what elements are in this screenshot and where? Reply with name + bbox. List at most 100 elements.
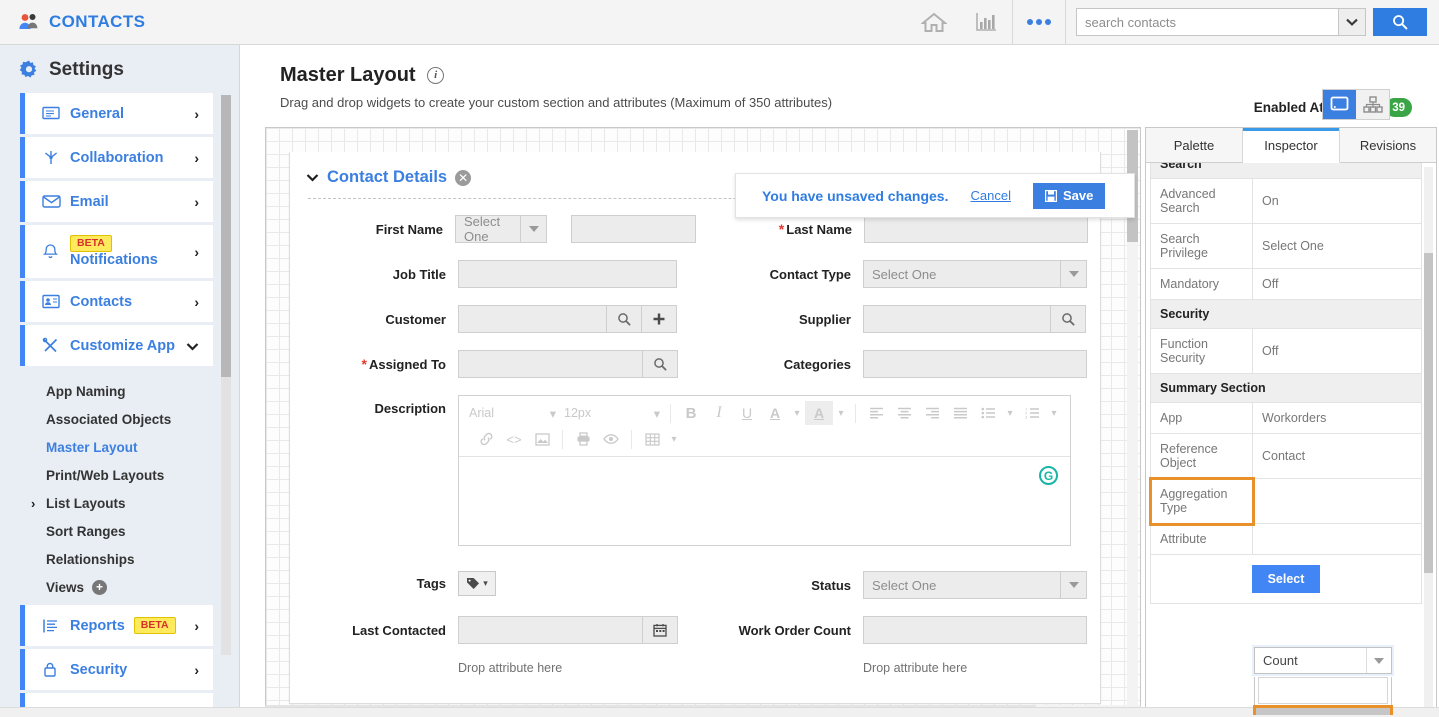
property-value[interactable]: Off	[1252, 328, 1422, 374]
first-name-select[interactable]: Select One	[455, 214, 521, 244]
text-color-icon[interactable]: A	[761, 401, 789, 425]
property-value[interactable]	[1252, 523, 1422, 555]
customer-search-icon[interactable]	[607, 305, 642, 333]
sidebar-item-customize-app[interactable]: Customize App	[20, 325, 213, 366]
property-value[interactable]: Contact	[1252, 433, 1422, 479]
table-row[interactable]: Attribute	[1150, 523, 1422, 555]
customer-input[interactable]	[458, 305, 607, 333]
last-name-input[interactable]	[864, 215, 1088, 243]
highlight-color-icon[interactable]: A	[805, 401, 833, 425]
tab-palette[interactable]: Palette	[1146, 128, 1243, 162]
search-button[interactable]	[1373, 8, 1427, 36]
app-brand[interactable]: CONTACTS	[0, 12, 145, 32]
job-title-input[interactable]	[458, 260, 677, 288]
print-icon[interactable]	[569, 427, 597, 451]
bold-icon[interactable]: B	[677, 401, 705, 425]
property-value[interactable]: On	[1252, 178, 1422, 224]
more-dots-icon[interactable]	[1013, 0, 1065, 45]
highlight-color-chevron-down-icon[interactable]: ▾	[833, 401, 849, 425]
contact-type-select[interactable]: Select One	[863, 260, 1061, 288]
supplier-search-icon[interactable]	[1051, 305, 1086, 333]
numbered-list-icon[interactable]: 123	[1018, 401, 1046, 425]
sidebar-item-general[interactable]: General ›	[20, 93, 213, 134]
table-row[interactable]: Function Security Off	[1150, 328, 1422, 374]
sidebar-item-list-layouts[interactable]: › List Layouts	[0, 489, 239, 517]
preview-eye-icon[interactable]	[597, 427, 625, 451]
sidebar-item-associated-objects[interactable]: Associated Objects	[0, 405, 239, 433]
customer-add-plus-icon[interactable]	[642, 305, 677, 333]
sidebar-item-sort-ranges[interactable]: Sort Ranges	[0, 517, 239, 545]
desktop-view-icon[interactable]	[1323, 90, 1356, 119]
assigned-to-search-icon[interactable]	[643, 350, 678, 378]
drop-zone-left[interactable]: Drop attribute here	[290, 661, 695, 675]
table-row[interactable]: Search Privilege Select One	[1150, 223, 1422, 269]
text-color-chevron-down-icon[interactable]: ▾	[789, 401, 805, 425]
cancel-button[interactable]: Cancel	[970, 188, 1010, 203]
table-row[interactable]: App Workorders	[1150, 402, 1422, 434]
info-icon[interactable]: i	[427, 66, 445, 84]
tab-revisions[interactable]: Revisions	[1340, 128, 1436, 162]
aggregation-type-combobox-head[interactable]: Count	[1254, 647, 1392, 674]
chevron-down-icon[interactable]	[1366, 648, 1391, 673]
rte-font-family-select[interactable]: Arial ▾	[465, 401, 560, 425]
sidebar-item-app-naming[interactable]: App Naming	[0, 377, 239, 405]
code-icon[interactable]: <>	[500, 427, 528, 451]
search-input[interactable]	[1076, 8, 1338, 36]
property-value[interactable]: Select One	[1252, 223, 1422, 269]
status-select[interactable]: Select One	[863, 571, 1061, 599]
status-chevron-down-icon[interactable]	[1061, 571, 1087, 599]
sidebar-item-print-web-layouts[interactable]: Print/Web Layouts	[0, 461, 239, 489]
dropdown-search-input[interactable]	[1266, 681, 1436, 700]
contact-type-chevron-down-icon[interactable]	[1061, 260, 1087, 288]
inspector-scrollbar-thumb[interactable]	[1424, 253, 1433, 573]
sidebar-item-reports[interactable]: Reports BETA ›	[20, 605, 213, 646]
align-justify-icon[interactable]	[946, 401, 974, 425]
work-order-count-input[interactable]	[863, 616, 1087, 644]
image-icon[interactable]	[528, 427, 556, 451]
sidebar-item-notifications[interactable]: BETA Notifications ›	[20, 225, 213, 278]
bullet-list-chevron-down-icon[interactable]: ▾	[1002, 401, 1018, 425]
sidebar-item-master-layout[interactable]: Master Layout	[0, 433, 239, 461]
bullet-list-icon[interactable]	[974, 401, 1002, 425]
link-icon[interactable]	[472, 427, 500, 451]
save-button[interactable]: Save	[1032, 182, 1106, 209]
calendar-icon[interactable]	[643, 616, 678, 644]
tag-chevron-down-icon[interactable]: ▾	[483, 578, 488, 589]
assigned-to-input[interactable]	[458, 350, 643, 378]
first-name-text-input[interactable]	[571, 215, 696, 243]
align-center-icon[interactable]	[890, 401, 918, 425]
home-icon[interactable]	[908, 0, 960, 45]
table-icon[interactable]	[638, 427, 666, 451]
numbered-list-chevron-down-icon[interactable]: ▾	[1046, 401, 1062, 425]
sidebar-scrollbar-thumb[interactable]	[221, 95, 231, 377]
close-icon[interactable]: ✕	[455, 169, 472, 186]
table-row[interactable]: Reference Object Contact	[1150, 433, 1422, 479]
supplier-input[interactable]	[863, 305, 1051, 333]
align-left-icon[interactable]	[862, 401, 890, 425]
property-value[interactable]: Off	[1252, 268, 1422, 300]
tab-inspector[interactable]: Inspector	[1243, 128, 1340, 163]
aggregation-type-value-cell[interactable]	[1252, 478, 1422, 524]
rte-font-size-select[interactable]: 12px ▾	[560, 401, 664, 425]
categories-input[interactable]	[863, 350, 1087, 378]
table-chevron-down-icon[interactable]: ▾	[666, 427, 682, 451]
description-text-area[interactable]: G	[459, 457, 1070, 545]
select-button[interactable]: Select	[1251, 565, 1321, 593]
tag-icon[interactable]: ▾	[458, 571, 496, 596]
tree-view-icon[interactable]	[1356, 90, 1389, 119]
table-row-aggregation-type[interactable]: Aggregation Type	[1148, 476, 1422, 526]
last-contacted-input[interactable]	[458, 616, 643, 644]
table-row[interactable]: Mandatory Off	[1150, 268, 1422, 300]
chevron-down-icon[interactable]	[306, 173, 319, 182]
align-right-icon[interactable]	[918, 401, 946, 425]
property-value[interactable]: Workorders	[1252, 402, 1422, 434]
italic-icon[interactable]: I	[705, 401, 733, 425]
sidebar-item-relationships[interactable]: Relationships	[0, 545, 239, 573]
chart-icon[interactable]	[960, 0, 1012, 45]
sidebar-item-contacts[interactable]: Contacts ›	[20, 281, 213, 322]
first-name-chevron-down-icon[interactable]	[521, 215, 547, 243]
sidebar-scrollbar[interactable]	[221, 95, 231, 655]
add-view-plus-icon[interactable]: +	[92, 579, 108, 595]
sidebar-item-security[interactable]: Security ›	[20, 649, 213, 690]
sidebar-item-views[interactable]: Views +	[0, 573, 239, 601]
